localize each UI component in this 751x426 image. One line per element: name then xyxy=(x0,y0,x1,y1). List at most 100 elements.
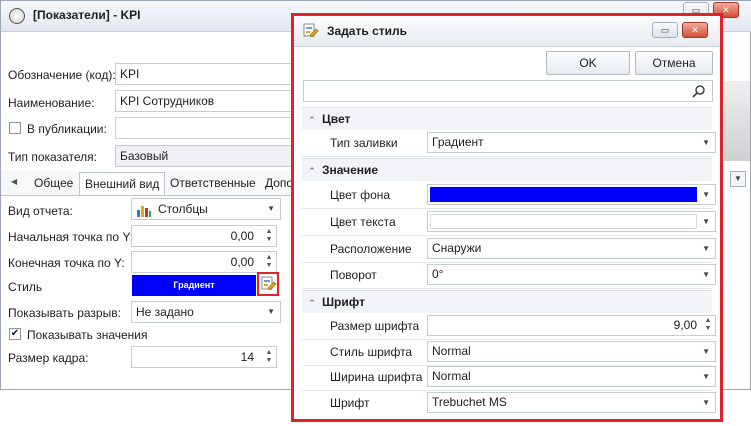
frame-size-input[interactable]: 14 ▲ ▼ xyxy=(131,346,277,368)
tab-responsible[interactable]: Ответственные xyxy=(165,172,261,194)
property-fill-type: Тип заливки Градиент ▼ xyxy=(302,130,716,157)
property-rotation: Поворот 0° ▼ xyxy=(302,262,716,289)
show-breaks-value: Не задано xyxy=(136,305,194,319)
tab-general[interactable]: Общее xyxy=(29,172,78,194)
property-font-width: Ширина шрифта Normal ▼ xyxy=(302,364,716,391)
section-font[interactable]: ⌃ Шрифт xyxy=(302,290,712,313)
rotation-value: 0° xyxy=(432,267,444,281)
publish-checkbox[interactable] xyxy=(9,122,21,134)
spinner-icon[interactable]: ▲ ▼ xyxy=(264,349,274,365)
name-label: Наименование: xyxy=(8,96,95,110)
frame-size-label: Размер кадра: xyxy=(8,351,89,365)
rotation-dropdown[interactable]: 0° ▼ xyxy=(427,264,716,285)
app-logo-icon xyxy=(9,8,25,24)
fill-type-dropdown[interactable]: Градиент ▼ xyxy=(427,132,716,153)
close-icon[interactable]: ✕ xyxy=(682,22,708,38)
property-font-size: Размер шрифта 9,00 ▲ ▼ xyxy=(302,313,716,340)
start-y-input[interactable]: 0,00 ▲ ▼ xyxy=(131,225,277,247)
style-edit-icon xyxy=(303,23,319,42)
chevron-down-icon: ▼ xyxy=(702,270,710,279)
show-breaks-dropdown[interactable]: Не задано ▼ xyxy=(131,301,281,323)
bg-color-swatch xyxy=(430,187,697,202)
report-type-label: Вид отчета: xyxy=(8,204,73,218)
designation-field[interactable]: KPI xyxy=(115,63,293,85)
show-values-checkbox[interactable]: ✔ xyxy=(9,328,21,340)
tab-strip: ◀ Общее Внешний вид Ответственные Допо xyxy=(1,171,293,196)
section-color[interactable]: ⌃ Цвет xyxy=(302,107,712,130)
fill-type-label: Тип заливки xyxy=(330,136,398,150)
cancel-button[interactable]: Отмена xyxy=(635,51,713,75)
section-value-title: Значение xyxy=(322,163,379,177)
property-position: Расположение Снаружи ▼ xyxy=(302,236,716,263)
style-dialog: Задать стиль ▭ ✕ OK Отмена ⌃ Цвет Тип зал… xyxy=(291,13,723,422)
text-color-picker[interactable]: ▼ xyxy=(427,211,716,232)
name-field[interactable]: KPI Сотрудников xyxy=(115,90,293,112)
text-color-swatch xyxy=(430,214,697,229)
style-label: Стиль xyxy=(8,280,43,294)
background-image-fragment xyxy=(724,81,750,161)
style-edit-icon xyxy=(261,276,277,295)
spinner-icon[interactable]: ▲ ▼ xyxy=(264,254,274,270)
start-y-value: 0,00 xyxy=(230,229,254,243)
rotation-label: Поворот xyxy=(330,268,377,282)
chevron-down-icon: ▼ xyxy=(702,347,710,356)
dropdown-arrow-icon[interactable]: ▼ xyxy=(730,171,746,187)
font-family-value: Trebuchet MS xyxy=(432,395,507,409)
tab-scroll-left-icon[interactable]: ◀ xyxy=(11,177,17,186)
show-values-label: Показывать значения xyxy=(27,328,148,342)
dialog-titlebar: Задать стиль ▭ ✕ xyxy=(294,16,720,47)
position-value: Снаружи xyxy=(432,241,482,255)
show-breaks-label: Показывать разрыв: xyxy=(8,306,121,320)
publish-field[interactable] xyxy=(115,117,293,139)
collapse-chevron-icon: ⌃ xyxy=(308,115,316,125)
publish-label: В публикации: xyxy=(27,122,107,136)
font-size-value: 9,00 xyxy=(673,318,697,332)
spinner-icon[interactable]: ▲ ▼ xyxy=(264,228,274,244)
collapse-chevron-icon: ⌃ xyxy=(308,166,316,176)
position-label: Расположение xyxy=(330,242,412,256)
frame-size-value: 14 xyxy=(240,350,254,364)
minimize-icon[interactable]: ▭ xyxy=(652,22,678,38)
font-style-dropdown[interactable]: Normal ▼ xyxy=(427,341,716,362)
font-family-dropdown[interactable]: Trebuchet MS ▼ xyxy=(427,392,716,413)
section-color-title: Цвет xyxy=(322,112,351,126)
font-size-input[interactable]: 9,00 ▲ ▼ xyxy=(427,315,716,336)
font-size-label: Размер шрифта xyxy=(330,319,420,333)
font-width-dropdown[interactable]: Normal ▼ xyxy=(427,366,716,387)
type-label: Тип показателя: xyxy=(8,150,97,164)
report-type-dropdown[interactable]: Столбцы ▼ xyxy=(131,198,281,220)
edit-style-button[interactable] xyxy=(257,272,279,296)
position-dropdown[interactable]: Снаружи ▼ xyxy=(427,238,716,259)
chevron-down-icon: ▼ xyxy=(702,190,710,199)
bg-color-label: Цвет фона xyxy=(330,188,391,202)
font-style-label: Стиль шрифта xyxy=(330,345,413,359)
style-preview: Градиент xyxy=(132,275,256,296)
section-value[interactable]: ⌃ Значение xyxy=(302,158,712,181)
section-font-title: Шрифт xyxy=(322,295,365,309)
ok-button[interactable]: OK xyxy=(546,51,630,75)
end-y-input[interactable]: 0,00 ▲ ▼ xyxy=(131,251,277,273)
tab-appearance[interactable]: Внешний вид xyxy=(79,172,166,195)
chevron-down-icon: ▼ xyxy=(267,307,275,316)
designation-label: Обозначение (код): xyxy=(8,68,116,82)
report-type-value: Столбцы xyxy=(158,202,208,216)
end-y-label: Конечная точка по Y: xyxy=(8,256,125,270)
property-font-family: Шрифт Trebuchet MS ▼ xyxy=(302,390,716,416)
chevron-down-icon: ▼ xyxy=(702,244,710,253)
chevron-down-icon: ▼ xyxy=(702,372,710,381)
end-y-value: 0,00 xyxy=(230,255,254,269)
chevron-down-icon: ▼ xyxy=(702,398,710,407)
chevron-down-icon: ▼ xyxy=(702,138,710,147)
property-bg-color: Цвет фона ▼ xyxy=(302,182,716,209)
spinner-icon[interactable]: ▲ ▼ xyxy=(703,317,713,334)
window-title: [Показатели] - KPI xyxy=(33,8,141,22)
property-text-color: Цвет текста ▼ xyxy=(302,209,716,236)
font-width-value: Normal xyxy=(432,369,471,383)
collapse-chevron-icon: ⌃ xyxy=(308,298,316,308)
type-field: Базовый xyxy=(115,145,293,167)
search-icon xyxy=(692,84,706,101)
chevron-down-icon: ▼ xyxy=(702,217,710,226)
bg-color-picker[interactable]: ▼ xyxy=(427,184,716,205)
fill-type-value: Градиент xyxy=(432,135,484,149)
search-input[interactable] xyxy=(303,80,713,102)
